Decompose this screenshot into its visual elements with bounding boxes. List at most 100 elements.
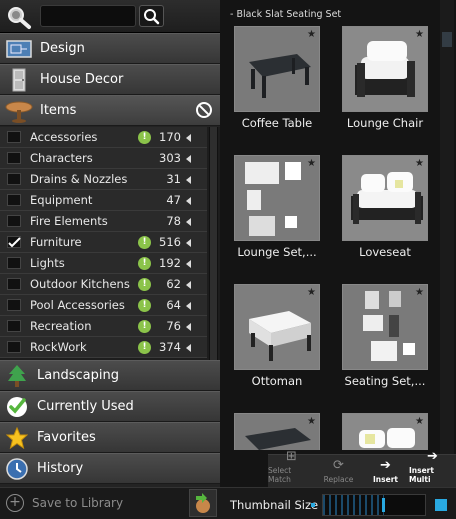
subcategory-row[interactable]: Recreation! 76 (0, 316, 207, 337)
alert-icon: ! (138, 257, 151, 270)
category-label: House Decor (40, 72, 124, 87)
filter-checkbox[interactable] (7, 299, 21, 311)
clear-filter-icon[interactable] (196, 102, 212, 118)
subcategory-row[interactable]: Fire Elements 78 (0, 211, 207, 232)
subcategory-row[interactable]: Pool Accessories! 64 (0, 295, 207, 316)
subcategory-row[interactable]: Drains & Nozzles 31 (0, 169, 207, 190)
filter-checkbox[interactable] (7, 278, 21, 290)
category-currently-used[interactable]: Currently Used (0, 391, 220, 422)
select-match-icon: ⊞ (286, 449, 297, 464)
library-item[interactable]: ★ Loveseat (342, 155, 428, 259)
seating-set-thumbnail: ★ (342, 284, 428, 370)
expand-arrow-icon[interactable] (186, 218, 191, 226)
search-icon (144, 9, 160, 25)
action-toolbar: ⊞ Select Match ⟳ Replace ➔ Insert ➔ Inse… (268, 449, 456, 487)
category-house-decor[interactable]: House Decor (0, 64, 220, 95)
item-label: Seating Set,... (344, 374, 426, 388)
search-bar (0, 0, 220, 33)
filter-checkbox[interactable] (7, 236, 21, 248)
lounge-set-thumbnail: ★ (234, 155, 320, 241)
favorite-star-icon[interactable]: ★ (415, 416, 424, 427)
subcategory-row[interactable]: Characters 303 (0, 148, 207, 169)
category-items[interactable]: Items (0, 95, 220, 126)
category-label: Favorites (37, 430, 96, 445)
select-match-button[interactable]: ⊞ Select Match (268, 449, 315, 487)
library-item[interactable]: ★ (342, 413, 428, 450)
thumbnail-grid: ★ Coffee Table ★ Lounge Chair ★ Lounge S… (228, 26, 438, 450)
library-item[interactable]: ★ Lounge Set,... (234, 155, 320, 259)
item-count: 374 (159, 340, 181, 354)
subcategory-row[interactable]: Outdoor Kitchens! 62 (0, 274, 207, 295)
expand-arrow-icon[interactable] (186, 344, 191, 352)
search-input[interactable] (40, 5, 136, 27)
category-label: Currently Used (37, 399, 134, 414)
list-scrollbar[interactable] (209, 127, 218, 360)
library-item[interactable]: ★ Seating Set,... (342, 284, 428, 388)
library-item[interactable]: ★ Ottoman (234, 284, 320, 388)
section-title: - Black Slat Seating Set (230, 9, 342, 20)
door-icon (4, 67, 34, 93)
category-favorites[interactable]: Favorites (0, 422, 220, 453)
coffee-table-thumbnail: ★ (234, 26, 320, 112)
favorite-star-icon[interactable]: ★ (307, 29, 316, 40)
library-item[interactable]: ★ Lounge Chair (342, 26, 428, 130)
subcategory-row[interactable]: Accessories! 170 (0, 127, 207, 148)
scrollbar-thumb[interactable] (210, 127, 217, 360)
expand-arrow-icon[interactable] (186, 134, 191, 142)
filter-checkbox[interactable] (7, 215, 21, 227)
filter-checkbox[interactable] (7, 131, 21, 143)
insert-label: Insert (373, 475, 398, 484)
insert-multi-button[interactable]: ➔ Insert Multi (409, 449, 456, 487)
scrollbar-thumb[interactable] (442, 32, 452, 47)
favorite-star-icon[interactable]: ★ (415, 158, 424, 169)
save-to-library-button[interactable]: + Save to Library (6, 494, 123, 512)
insert-button[interactable]: ➔ Insert (362, 455, 409, 487)
footer-bar: + Save to Library Thumbnail Size (0, 487, 456, 518)
sofa-thumbnail: ★ (342, 413, 428, 450)
library-panel: - Black Slat Seating Set ★ Coffee Table … (220, 0, 456, 487)
filter-checkbox[interactable] (7, 341, 21, 353)
item-count: 62 (166, 277, 181, 291)
import-button[interactable] (189, 489, 217, 517)
thumbnail-size-small-icon[interactable] (311, 503, 315, 507)
category-history[interactable]: History (0, 453, 220, 484)
subcategory-row[interactable]: Furniture! 516 (0, 232, 207, 253)
slider-handle[interactable] (382, 498, 386, 512)
favorite-star-icon[interactable]: ★ (307, 287, 316, 298)
alert-icon: ! (138, 131, 151, 144)
library-item[interactable]: ★ (234, 413, 320, 450)
expand-arrow-icon[interactable] (186, 197, 191, 205)
thumbnail-size-large-icon[interactable] (435, 499, 447, 511)
thumbnail-size-slider[interactable] (322, 494, 426, 516)
plus-icon: + (6, 494, 24, 512)
search-button[interactable] (139, 5, 164, 27)
library-item[interactable]: ★ Coffee Table (234, 26, 320, 130)
expand-arrow-icon[interactable] (186, 281, 191, 289)
subcategory-row[interactable]: RockWork! 374 (0, 337, 207, 358)
filter-checkbox[interactable] (7, 152, 21, 164)
filter-checkbox[interactable] (7, 173, 21, 185)
category-landscaping[interactable]: Landscaping (0, 360, 220, 391)
expand-arrow-icon[interactable] (186, 302, 191, 310)
insert-icon: ➔ (380, 458, 391, 473)
favorite-star-icon[interactable]: ★ (307, 416, 316, 427)
favorite-star-icon[interactable]: ★ (415, 287, 424, 298)
library-scrollbar[interactable] (440, 0, 454, 455)
subcategory-row[interactable]: Lights! 192 (0, 253, 207, 274)
filter-checkbox[interactable] (7, 257, 21, 269)
favorite-star-icon[interactable]: ★ (307, 158, 316, 169)
favorite-star-icon[interactable]: ★ (415, 29, 424, 40)
expand-arrow-icon[interactable] (186, 260, 191, 268)
filter-checkbox[interactable] (7, 194, 21, 206)
expand-arrow-icon[interactable] (186, 239, 191, 247)
item-label: Lounge Chair (346, 116, 424, 130)
import-icon (196, 493, 210, 513)
expand-arrow-icon[interactable] (186, 176, 191, 184)
clock-icon (4, 456, 30, 482)
expand-arrow-icon[interactable] (186, 155, 191, 163)
replace-button[interactable]: ⟳ Replace (315, 455, 362, 487)
filter-checkbox[interactable] (7, 320, 21, 332)
expand-arrow-icon[interactable] (186, 323, 191, 331)
category-design[interactable]: Design (0, 33, 220, 64)
subcategory-row[interactable]: Equipment 47 (0, 190, 207, 211)
